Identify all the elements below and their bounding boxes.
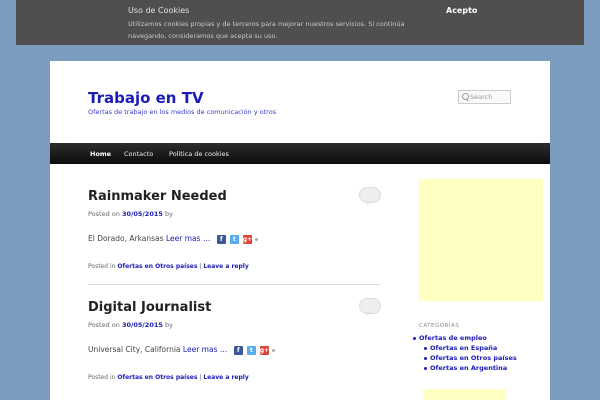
facebook-icon[interactable]: f <box>233 345 243 355</box>
post-date[interactable]: 30/05/2015 <box>122 210 163 218</box>
twitter-icon[interactable]: t <box>229 234 239 244</box>
post-footer: Posted in Ofertas en Otros países | Leav… <box>88 263 249 270</box>
excerpt-text: El Dorado, Arkansas <box>88 234 164 243</box>
comment-bubble-icon[interactable] <box>359 187 381 205</box>
posted-in-label: Posted in <box>88 263 116 270</box>
read-more-link[interactable]: Leer mas … <box>183 345 227 354</box>
twitter-icon[interactable]: t <box>246 345 256 355</box>
facebook-icon[interactable]: f <box>216 234 226 244</box>
share-more-icon[interactable] <box>254 237 258 241</box>
google-plus-icon[interactable]: g+ <box>242 234 252 244</box>
search-input[interactable] <box>470 92 508 102</box>
leave-reply-link[interactable]: Leave a reply <box>203 374 248 381</box>
search-icon <box>462 93 469 100</box>
posted-on-label: Posted on <box>88 321 120 329</box>
sidebar-heading-categories: CATEGORÍAS <box>419 323 460 329</box>
post-excerpt: Universal City, California Leer mas … ft… <box>88 345 275 355</box>
nav-item-home[interactable]: Home <box>90 150 111 158</box>
post-category-link[interactable]: Ofertas en Otros países <box>117 374 197 381</box>
site-title[interactable]: Trabajo en TV <box>88 89 204 107</box>
read-more-link[interactable]: Leer mas … <box>166 234 210 243</box>
category-link-ofertas-empleo[interactable]: Ofertas de empleo <box>419 334 487 342</box>
post-title[interactable]: Digital Journalist <box>88 300 211 315</box>
sidebar-ad-banner[interactable] <box>419 179 543 301</box>
main-navigation: Home Contacto Política de cookies <box>50 143 550 164</box>
posted-in-label: Posted in <box>88 374 116 381</box>
category-link-ofertas-argentina[interactable]: Ofertas en Argentina <box>430 364 507 372</box>
posted-on-label: Posted on <box>88 210 120 218</box>
excerpt-text: Universal City, California <box>88 345 181 354</box>
footer-separator: | <box>199 263 202 270</box>
post-meta: Posted on 30/05/2015 by <box>88 210 173 218</box>
share-more-icon[interactable] <box>271 348 275 352</box>
post-category-link[interactable]: Ofertas en Otros países <box>117 263 197 270</box>
post-title[interactable]: Rainmaker Needed <box>88 189 227 204</box>
google-plus-icon[interactable]: g+ <box>259 345 269 355</box>
post-footer: Posted in Ofertas en Otros países | Leav… <box>88 374 249 381</box>
bullet-icon <box>424 357 427 360</box>
footer-separator: | <box>199 374 202 381</box>
bullet-icon <box>413 337 416 340</box>
category-link-ofertas-espana[interactable]: Ofertas en España <box>430 344 497 352</box>
site-description: Ofertas de trabajo en los medios de comu… <box>88 108 277 116</box>
cookie-text: Utilizamos cookies propias y de terceros… <box>128 20 405 40</box>
comment-bubble-icon[interactable] <box>359 298 381 316</box>
category-link-ofertas-otros-paises[interactable]: Ofertas en Otros países <box>430 354 517 362</box>
sidebar-ad-banner-small[interactable] <box>424 389 506 400</box>
search-box[interactable] <box>458 90 511 104</box>
nav-item-politica-cookies[interactable]: Política de cookies <box>169 150 229 158</box>
by-label: by <box>164 321 173 329</box>
post-date[interactable]: 30/05/2015 <box>122 321 163 329</box>
bullet-icon <box>424 367 427 370</box>
cookie-title: Uso de Cookies <box>128 6 190 15</box>
leave-reply-link[interactable]: Leave a reply <box>203 263 248 270</box>
bullet-icon <box>424 347 427 350</box>
cookie-accept-button[interactable]: Acepto <box>446 6 477 15</box>
cookie-banner: Uso de Cookies Utilizamos cookies propia… <box>16 0 584 45</box>
post-divider <box>88 284 380 285</box>
by-label: by <box>164 210 173 218</box>
post-excerpt: El Dorado, Arkansas Leer mas … f t g+ <box>88 234 258 244</box>
post-meta: Posted on 30/05/2015 by <box>88 321 173 329</box>
page-container: Trabajo en TV Ofertas de trabajo en los … <box>50 61 550 400</box>
nav-item-contacto[interactable]: Contacto <box>124 150 153 158</box>
